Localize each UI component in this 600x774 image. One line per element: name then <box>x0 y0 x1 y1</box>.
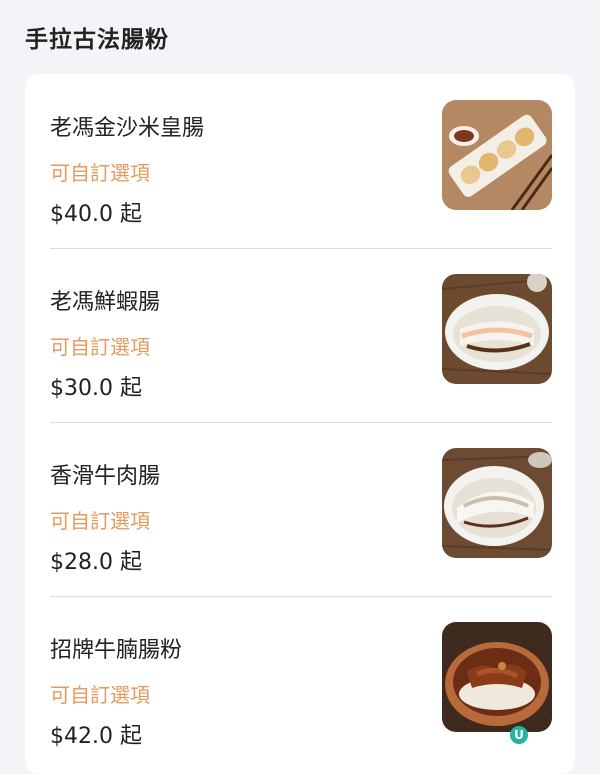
beef-brisket-rice-roll-photo[interactable] <box>442 622 552 732</box>
item-name: 香滑牛肉腸 <box>50 464 161 489</box>
shrimp-rice-roll-photo[interactable] <box>442 274 552 384</box>
section-title: 手拉古法腸粉 <box>25 27 169 53</box>
menu-item[interactable]: 老馮鮮蝦腸 可自訂選項 $30.0 起 <box>50 248 552 422</box>
item-options-label: 可自訂選項 <box>50 335 150 359</box>
rice-roll-golden-sand-photo[interactable] <box>442 100 552 210</box>
watermark-logo: U <box>510 726 528 744</box>
item-name: 老馮鮮蝦腸 <box>50 290 161 315</box>
item-name: 老馮金沙米皇腸 <box>50 116 205 141</box>
item-options-label: 可自訂選項 <box>50 683 150 707</box>
menu-item[interactable]: 老馮金沙米皇腸 可自訂選項 $40.0 起 <box>50 74 552 248</box>
item-price: $28.0 起 <box>50 550 142 575</box>
menu-card: 老馮金沙米皇腸 可自訂選項 $40.0 起 老馮鮮蝦腸 可自訂選項 $30.0 … <box>25 74 575 774</box>
menu-item[interactable]: 香滑牛肉腸 可自訂選項 $28.0 起 <box>50 422 552 596</box>
beef-rice-roll-photo[interactable] <box>442 448 552 558</box>
item-price: $42.0 起 <box>50 724 142 749</box>
menu-item[interactable]: 招牌牛腩腸粉 可自訂選項 $42.0 起 <box>50 596 552 770</box>
item-options-label: 可自訂選項 <box>50 509 150 533</box>
item-options-label: 可自訂選項 <box>50 161 150 185</box>
item-price: $40.0 起 <box>50 202 142 227</box>
item-price: $30.0 起 <box>50 376 142 401</box>
item-name: 招牌牛腩腸粉 <box>50 638 183 663</box>
